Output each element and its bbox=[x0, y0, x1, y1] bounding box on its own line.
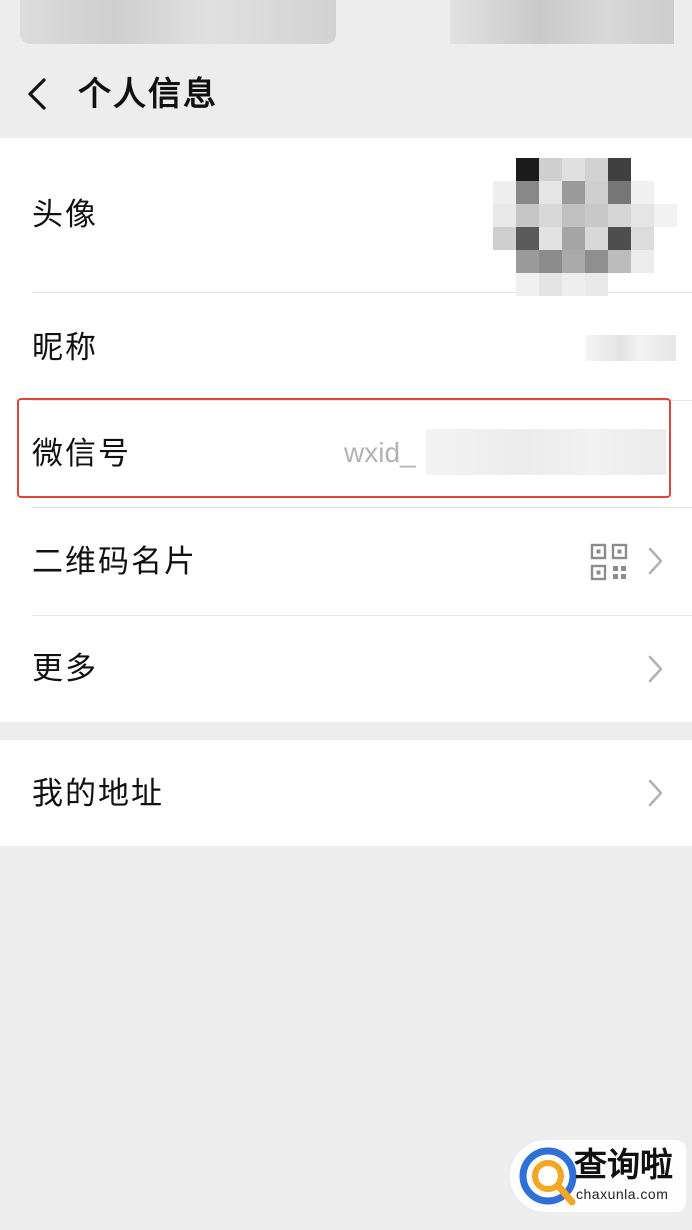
status-bar bbox=[0, 0, 692, 50]
chaxunla-logo-icon bbox=[519, 1147, 577, 1206]
qr-code-icon bbox=[590, 543, 628, 581]
address-label: 我的地址 bbox=[32, 776, 164, 812]
status-bar-blur-right bbox=[450, 0, 674, 44]
chevron-right-icon bbox=[648, 655, 663, 683]
nav-bar: 个人信息 bbox=[0, 50, 692, 138]
watermark: 查询啦 chaxunla.com bbox=[510, 1140, 686, 1212]
highlight-box bbox=[17, 398, 671, 498]
chevron-right-icon bbox=[648, 779, 663, 807]
status-bar-blur-left bbox=[20, 0, 336, 44]
qr-card-label: 二维码名片 bbox=[32, 544, 197, 580]
avatar-label: 头像 bbox=[32, 197, 98, 233]
chevron-left-icon[interactable] bbox=[22, 76, 52, 112]
avatar[interactable] bbox=[470, 130, 692, 296]
more-label: 更多 bbox=[32, 651, 98, 687]
watermark-name: 查询啦 bbox=[574, 1145, 673, 1184]
address-group: 我的地址 bbox=[0, 740, 692, 846]
nickname-value-blur bbox=[586, 335, 676, 361]
more-row[interactable]: 更多 bbox=[0, 616, 692, 722]
chevron-right-icon bbox=[648, 547, 663, 575]
nickname-label: 昵称 bbox=[32, 330, 98, 366]
watermark-url: chaxunla.com bbox=[576, 1186, 669, 1202]
address-row[interactable]: 我的地址 bbox=[0, 740, 692, 846]
qr-card-row[interactable]: 二维码名片 bbox=[0, 508, 692, 615]
page-title: 个人信息 bbox=[78, 74, 218, 113]
